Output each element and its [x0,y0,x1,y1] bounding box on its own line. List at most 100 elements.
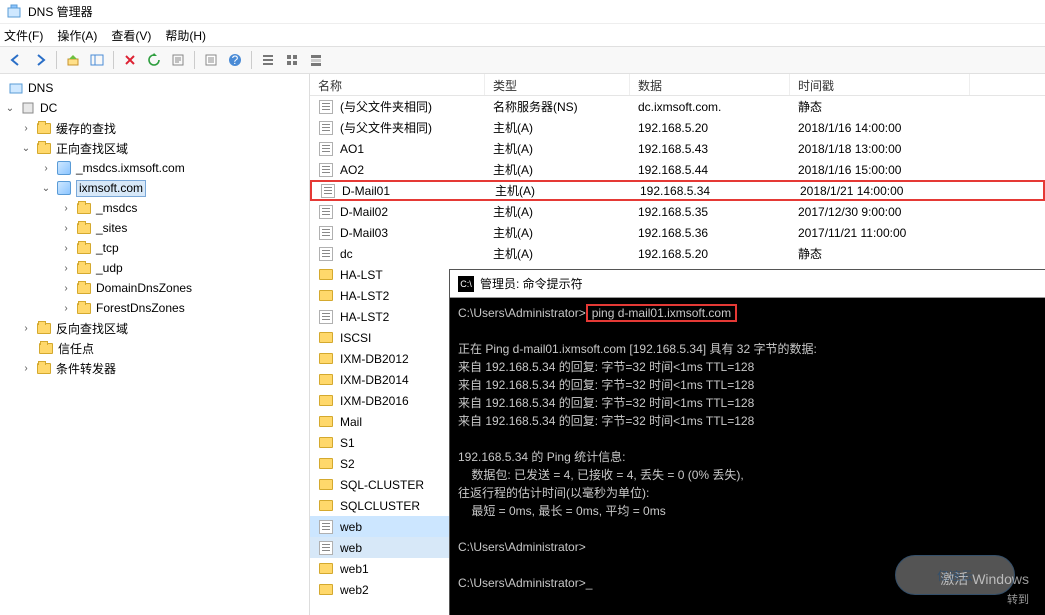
tree-root-dns[interactable]: DNS [0,78,309,98]
chevron-right-icon[interactable]: › [60,283,72,294]
record-icon [318,204,334,220]
folder-icon [318,267,334,283]
pane-button[interactable] [87,50,107,70]
view-list2[interactable] [282,50,302,70]
tree-cond[interactable]: ›条件转发器 [0,358,309,378]
folder-icon [318,435,334,451]
chevron-right-icon[interactable]: › [60,243,72,254]
cmd-titlebar[interactable]: C:\ 管理员: 命令提示符 [450,270,1045,298]
properties-button[interactable] [201,50,221,70]
tree-trust[interactable]: 信任点 [0,338,309,358]
folder-icon [318,414,334,430]
chevron-down-icon[interactable]: ⌄ [40,183,52,194]
menubar: 文件(F) 操作(A) 查看(V) 帮助(H) [0,24,1045,46]
menu-action[interactable]: 操作(A) [57,27,97,44]
svg-text:?: ? [232,53,239,67]
chevron-right-icon[interactable]: › [60,223,72,234]
chevron-down-icon[interactable]: ⌄ [4,103,16,114]
up-button[interactable] [63,50,83,70]
zone-icon [56,180,72,196]
refresh-button[interactable] [144,50,164,70]
tree-sub-fdz[interactable]: ›ForestDnsZones [0,298,309,318]
record-icon [318,141,334,157]
menu-file[interactable]: 文件(F) [4,27,43,44]
folder-icon [76,240,92,256]
export-button[interactable] [168,50,188,70]
chevron-down-icon[interactable]: ⌄ [20,143,32,154]
col-name[interactable]: 名称 [310,74,485,95]
folder-icon [36,360,52,376]
table-row[interactable]: (与父文件夹相同)主机(A)192.168.5.202018/1/16 14:0… [310,117,1045,138]
col-ts[interactable]: 时间戳 [790,74,970,95]
chevron-right-icon[interactable]: › [20,363,32,374]
folder-icon [76,280,92,296]
menu-view[interactable]: 查看(V) [111,27,151,44]
chevron-right-icon[interactable]: › [40,163,52,174]
cmd-output: C:\Users\Administrator>ping d-mail01.ixm… [450,298,1045,598]
record-icon [318,162,334,178]
cmd-icon: C:\ [458,276,474,292]
record-icon [318,99,334,115]
windows-activation-sub: 转到 [1007,591,1029,607]
tree-sub-sites[interactable]: ›_sites [0,218,309,238]
tree-zone-msdcs[interactable]: ›_msdcs.ixmsoft.com [0,158,309,178]
tree-sub-tcp[interactable]: ›_tcp [0,238,309,258]
forward-button[interactable] [30,50,50,70]
folder-icon [318,288,334,304]
chevron-right-icon[interactable]: › [20,123,32,134]
table-row[interactable]: D-Mail02主机(A)192.168.5.352017/12/30 9:00… [310,201,1045,222]
record-icon [318,309,334,325]
table-row[interactable]: AO2主机(A)192.168.5.442018/1/16 15:00:00 [310,159,1045,180]
view-list1[interactable] [258,50,278,70]
chevron-right-icon[interactable]: › [20,323,32,334]
folder-icon [318,351,334,367]
yisu-logo: 亿速云 [895,555,1015,595]
tree-sub-udp[interactable]: ›_udp [0,258,309,278]
tree-rev-zone[interactable]: ›反向查找区域 [0,318,309,338]
table-row[interactable]: D-Mail01主机(A)192.168.5.342018/1/21 14:00… [310,180,1045,201]
toolbar: ? [0,46,1045,74]
table-row[interactable]: D-Mail03主机(A)192.168.5.362017/11/21 11:0… [310,222,1045,243]
record-icon [318,519,334,535]
tree-fwd-zone[interactable]: ⌄正向查找区域 [0,138,309,158]
tree-server-dc[interactable]: ⌄DC [0,98,309,118]
server-icon [20,100,36,116]
folder-icon [318,372,334,388]
record-icon [318,120,334,136]
col-data[interactable]: 数据 [630,74,790,95]
folder-icon [76,220,92,236]
tree-sub-ddz[interactable]: ›DomainDnsZones [0,278,309,298]
folder-icon [36,320,52,336]
folder-icon [318,561,334,577]
cmd-title-text: 管理员: 命令提示符 [480,275,583,292]
record-icon [320,183,336,199]
folder-icon [76,300,92,316]
folder-icon [318,477,334,493]
table-row[interactable]: (与父文件夹相同)名称服务器(NS)dc.ixmsoft.com.静态 [310,96,1045,117]
help-button[interactable]: ? [225,50,245,70]
back-button[interactable] [6,50,26,70]
record-icon [318,225,334,241]
delete-button[interactable] [120,50,140,70]
record-icon [318,246,334,262]
chevron-right-icon[interactable]: › [60,203,72,214]
folder-icon [318,456,334,472]
view-list3[interactable] [306,50,326,70]
tree-cached[interactable]: ›缓存的查找 [0,118,309,138]
folder-icon [318,330,334,346]
table-row[interactable]: dc主机(A)192.168.5.20静态 [310,243,1045,264]
separator [194,51,195,69]
folder-icon [76,260,92,276]
chevron-right-icon[interactable]: › [60,263,72,274]
separator [56,51,57,69]
folder-icon [38,340,54,356]
folder-icon [318,498,334,514]
menu-help[interactable]: 帮助(H) [165,27,206,44]
window-titlebar: DNS 管理器 [0,0,1045,24]
chevron-right-icon[interactable]: › [60,303,72,314]
col-type[interactable]: 类型 [485,74,630,95]
tree-sub-msdcs[interactable]: ›_msdcs [0,198,309,218]
table-row[interactable]: AO1主机(A)192.168.5.432018/1/18 13:00:00 [310,138,1045,159]
tree-pane[interactable]: DNS ⌄DC ›缓存的查找 ⌄正向查找区域 ›_msdcs.ixmsoft.c… [0,74,310,615]
tree-zone-ixmsoft[interactable]: ⌄ixmsoft.com [0,178,309,198]
